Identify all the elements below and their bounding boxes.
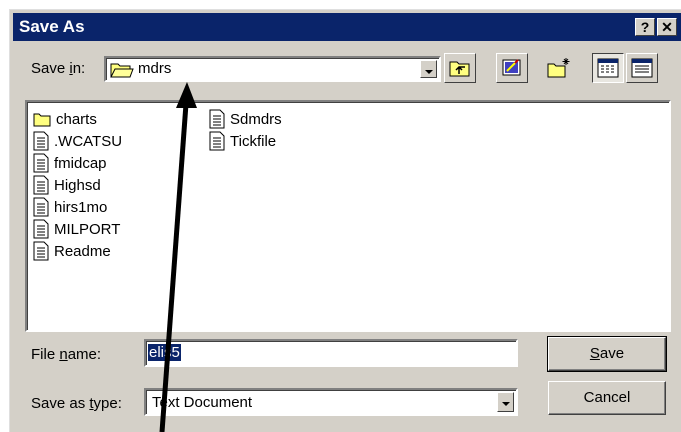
annotation-arrow <box>159 82 197 432</box>
